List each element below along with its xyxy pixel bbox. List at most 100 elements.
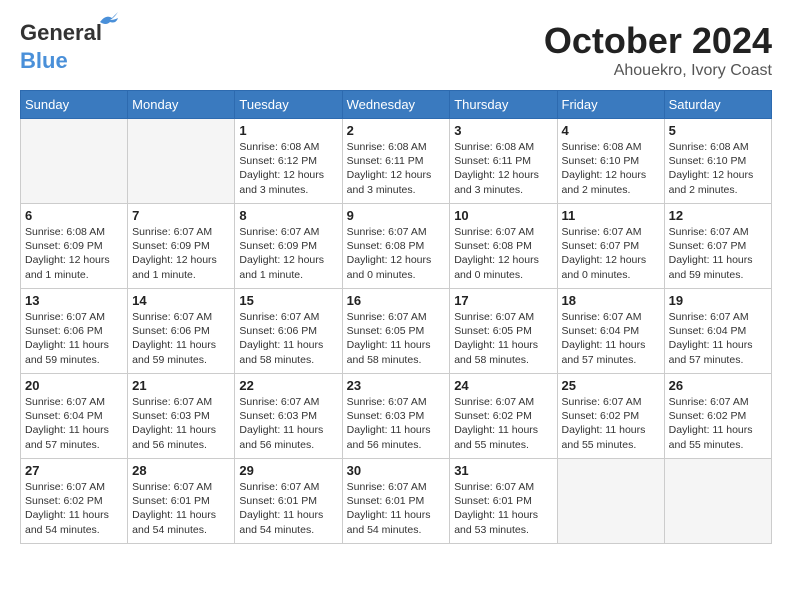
day-info: Sunrise: 6:08 AM Sunset: 6:11 PM Dayligh…: [347, 140, 446, 197]
day-info: Sunrise: 6:07 AM Sunset: 6:07 PM Dayligh…: [669, 225, 767, 282]
page-header: General Blue October 2024 Ahouekro, Ivor…: [20, 20, 772, 80]
day-number: 26: [669, 378, 767, 393]
day-info: Sunrise: 6:08 AM Sunset: 6:12 PM Dayligh…: [239, 140, 337, 197]
day-info: Sunrise: 6:07 AM Sunset: 6:01 PM Dayligh…: [454, 480, 552, 537]
logo-bird-icon: [98, 12, 120, 28]
calendar-day-cell: 16 Sunrise: 6:07 AM Sunset: 6:05 PM Dayli…: [342, 289, 450, 374]
day-info: Sunrise: 6:07 AM Sunset: 6:03 PM Dayligh…: [132, 395, 230, 452]
calendar-day-cell: 27 Sunrise: 6:07 AM Sunset: 6:02 PM Dayli…: [21, 459, 128, 544]
weekday-header: Sunday: [21, 91, 128, 119]
calendar-day-cell: 30Sunrise: 6:07 AM Sunset: 6:01 PM Dayli…: [342, 459, 450, 544]
calendar-day-cell: 12Sunrise: 6:07 AM Sunset: 6:07 PM Dayli…: [664, 204, 771, 289]
day-info: Sunrise: 6:07 AM Sunset: 6:03 PM Dayligh…: [239, 395, 337, 452]
location-subtitle: Ahouekro, Ivory Coast: [544, 62, 772, 80]
calendar-day-cell: 29Sunrise: 6:07 AM Sunset: 6:01 PM Dayli…: [235, 459, 342, 544]
day-number: 3: [454, 123, 552, 138]
day-info: Sunrise: 6:08 AM Sunset: 6:09 PM Dayligh…: [25, 225, 123, 282]
logo-general: General: [20, 20, 102, 45]
calendar-table: SundayMondayTuesdayWednesdayThursdayFrid…: [20, 90, 772, 544]
day-number: 7: [132, 208, 230, 223]
day-number: 23: [347, 378, 446, 393]
calendar-day-cell: 31 Sunrise: 6:07 AM Sunset: 6:01 PM Dayli…: [450, 459, 557, 544]
day-info: Sunrise: 6:07 AM Sunset: 6:04 PM Dayligh…: [669, 310, 767, 367]
day-number: 22: [239, 378, 337, 393]
day-info: Sunrise: 6:07 AM Sunset: 6:02 PM Dayligh…: [454, 395, 552, 452]
calendar-day-cell: [557, 459, 664, 544]
day-number: 28: [132, 463, 230, 478]
calendar-day-cell: 20 Sunrise: 6:07 AM Sunset: 6:04 PM Dayli…: [21, 374, 128, 459]
day-info: Sunrise: 6:07 AM Sunset: 6:02 PM Dayligh…: [562, 395, 660, 452]
day-number: 9: [347, 208, 446, 223]
logo-blue: Blue: [20, 48, 68, 73]
day-info: Sunrise: 6:07 AM Sunset: 6:04 PM Dayligh…: [562, 310, 660, 367]
day-number: 31: [454, 463, 552, 478]
calendar-week-row: 6 Sunrise: 6:08 AM Sunset: 6:09 PM Daylig…: [21, 204, 772, 289]
day-info: Sunrise: 6:07 AM Sunset: 6:06 PM Dayligh…: [25, 310, 123, 367]
month-title: October 2024: [544, 20, 772, 62]
calendar-day-cell: 11 Sunrise: 6:07 AM Sunset: 6:07 PM Dayli…: [557, 204, 664, 289]
day-info: Sunrise: 6:08 AM Sunset: 6:10 PM Dayligh…: [562, 140, 660, 197]
day-number: 1: [239, 123, 337, 138]
day-info: Sunrise: 6:07 AM Sunset: 6:07 PM Dayligh…: [562, 225, 660, 282]
day-number: 16: [347, 293, 446, 308]
title-area: October 2024 Ahouekro, Ivory Coast: [544, 20, 772, 80]
calendar-week-row: 13 Sunrise: 6:07 AM Sunset: 6:06 PM Dayli…: [21, 289, 772, 374]
calendar-day-cell: 2 Sunrise: 6:08 AM Sunset: 6:11 PM Daylig…: [342, 119, 450, 204]
calendar-day-cell: 15 Sunrise: 6:07 AM Sunset: 6:06 PM Dayli…: [235, 289, 342, 374]
calendar-week-row: 27 Sunrise: 6:07 AM Sunset: 6:02 PM Dayli…: [21, 459, 772, 544]
day-number: 4: [562, 123, 660, 138]
day-number: 20: [25, 378, 123, 393]
day-info: Sunrise: 6:07 AM Sunset: 6:05 PM Dayligh…: [347, 310, 446, 367]
calendar-day-cell: 19 Sunrise: 6:07 AM Sunset: 6:04 PM Dayli…: [664, 289, 771, 374]
day-number: 14: [132, 293, 230, 308]
weekday-header-row: SundayMondayTuesdayWednesdayThursdayFrid…: [21, 91, 772, 119]
day-info: Sunrise: 6:07 AM Sunset: 6:01 PM Dayligh…: [132, 480, 230, 537]
calendar-day-cell: 24 Sunrise: 6:07 AM Sunset: 6:02 PM Dayli…: [450, 374, 557, 459]
calendar-day-cell: 1 Sunrise: 6:08 AM Sunset: 6:12 PM Daylig…: [235, 119, 342, 204]
day-number: 10: [454, 208, 552, 223]
calendar-day-cell: 13 Sunrise: 6:07 AM Sunset: 6:06 PM Dayli…: [21, 289, 128, 374]
day-number: 17: [454, 293, 552, 308]
weekday-header: Wednesday: [342, 91, 450, 119]
calendar-week-row: 20 Sunrise: 6:07 AM Sunset: 6:04 PM Dayli…: [21, 374, 772, 459]
calendar-day-cell: 7 Sunrise: 6:07 AM Sunset: 6:09 PM Daylig…: [128, 204, 235, 289]
day-info: Sunrise: 6:07 AM Sunset: 6:08 PM Dayligh…: [347, 225, 446, 282]
day-number: 25: [562, 378, 660, 393]
day-number: 15: [239, 293, 337, 308]
day-number: 18: [562, 293, 660, 308]
calendar-day-cell: 26 Sunrise: 6:07 AM Sunset: 6:02 PM Dayli…: [664, 374, 771, 459]
logo: General Blue: [20, 20, 102, 74]
calendar-day-cell: 6 Sunrise: 6:08 AM Sunset: 6:09 PM Daylig…: [21, 204, 128, 289]
day-info: Sunrise: 6:07 AM Sunset: 6:03 PM Dayligh…: [347, 395, 446, 452]
day-number: 8: [239, 208, 337, 223]
day-info: Sunrise: 6:07 AM Sunset: 6:09 PM Dayligh…: [239, 225, 337, 282]
calendar-week-row: 1 Sunrise: 6:08 AM Sunset: 6:12 PM Daylig…: [21, 119, 772, 204]
day-number: 11: [562, 208, 660, 223]
weekday-header: Monday: [128, 91, 235, 119]
day-number: 24: [454, 378, 552, 393]
calendar-day-cell: 17 Sunrise: 6:07 AM Sunset: 6:05 PM Dayli…: [450, 289, 557, 374]
calendar-day-cell: 21 Sunrise: 6:07 AM Sunset: 6:03 PM Dayli…: [128, 374, 235, 459]
calendar-day-cell: 23 Sunrise: 6:07 AM Sunset: 6:03 PM Dayli…: [342, 374, 450, 459]
day-info: Sunrise: 6:07 AM Sunset: 6:05 PM Dayligh…: [454, 310, 552, 367]
calendar-day-cell: 18 Sunrise: 6:07 AM Sunset: 6:04 PM Dayli…: [557, 289, 664, 374]
day-number: 19: [669, 293, 767, 308]
day-info: Sunrise: 6:08 AM Sunset: 6:11 PM Dayligh…: [454, 140, 552, 197]
day-info: Sunrise: 6:07 AM Sunset: 6:02 PM Dayligh…: [669, 395, 767, 452]
day-number: 2: [347, 123, 446, 138]
day-number: 27: [25, 463, 123, 478]
day-info: Sunrise: 6:07 AM Sunset: 6:09 PM Dayligh…: [132, 225, 230, 282]
day-info: Sunrise: 6:07 AM Sunset: 6:01 PM Dayligh…: [347, 480, 446, 537]
day-info: Sunrise: 6:07 AM Sunset: 6:06 PM Dayligh…: [239, 310, 337, 367]
calendar-day-cell: 8 Sunrise: 6:07 AM Sunset: 6:09 PM Daylig…: [235, 204, 342, 289]
calendar-day-cell: 28 Sunrise: 6:07 AM Sunset: 6:01 PM Dayli…: [128, 459, 235, 544]
weekday-header: Saturday: [664, 91, 771, 119]
day-info: Sunrise: 6:07 AM Sunset: 6:04 PM Dayligh…: [25, 395, 123, 452]
day-info: Sunrise: 6:07 AM Sunset: 6:02 PM Dayligh…: [25, 480, 123, 537]
calendar-day-cell: 22 Sunrise: 6:07 AM Sunset: 6:03 PM Dayli…: [235, 374, 342, 459]
day-number: 21: [132, 378, 230, 393]
calendar-day-cell: 10Sunrise: 6:07 AM Sunset: 6:08 PM Dayli…: [450, 204, 557, 289]
day-number: 6: [25, 208, 123, 223]
day-number: 13: [25, 293, 123, 308]
day-number: 5: [669, 123, 767, 138]
